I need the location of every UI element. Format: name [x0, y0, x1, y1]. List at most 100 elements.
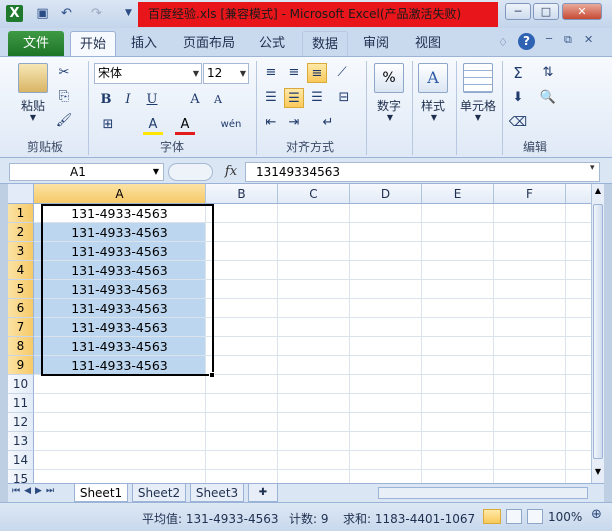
cell-g5[interactable]	[566, 280, 591, 299]
cell-e14[interactable]	[422, 451, 494, 470]
vertical-scrollbar[interactable]: ▲ ▼	[591, 184, 604, 483]
align-bottom-icon[interactable]: ≡	[307, 63, 327, 83]
cell-f8[interactable]	[494, 337, 566, 356]
cell-a5[interactable]: 131-4933-4563	[34, 280, 206, 299]
row-header-3[interactable]: 3	[8, 242, 34, 261]
copy-icon[interactable]: ⎘	[54, 87, 74, 107]
tab-file[interactable]: 文件	[8, 31, 64, 56]
formula-bar-expander[interactable]	[168, 163, 213, 181]
cell-b10[interactable]	[206, 375, 278, 394]
cell-a10[interactable]	[34, 375, 206, 394]
save-icon[interactable]: ▣	[34, 5, 51, 22]
number-format-button[interactable]: 数字	[370, 97, 408, 114]
underline-button[interactable]: U	[142, 90, 162, 110]
doc-close-icon[interactable]: ✕	[584, 33, 593, 46]
cell-d2[interactable]	[350, 223, 422, 242]
column-header-b[interactable]: B	[206, 184, 278, 204]
insert-sheet-icon[interactable]: ✚	[248, 484, 278, 502]
cell-c11[interactable]	[278, 394, 350, 413]
doc-restore-icon[interactable]: ⧉	[564, 33, 572, 47]
autosum-button[interactable]: Σ	[508, 63, 528, 83]
cell-a1[interactable]: 131-4933-4563	[34, 204, 206, 223]
cell-e8[interactable]	[422, 337, 494, 356]
tab-formulas[interactable]: 公式	[250, 31, 294, 56]
scroll-down-icon[interactable]: ▼	[593, 467, 603, 479]
row-header-4[interactable]: 4	[8, 261, 34, 280]
cell-c14[interactable]	[278, 451, 350, 470]
cell-e1[interactable]	[422, 204, 494, 223]
cell-f10[interactable]	[494, 375, 566, 394]
cell-g9[interactable]	[566, 356, 591, 375]
cell-f12[interactable]	[494, 413, 566, 432]
cells-icon[interactable]	[463, 63, 493, 93]
column-header-f[interactable]: F	[494, 184, 566, 204]
cell-b3[interactable]	[206, 242, 278, 261]
cell-a4[interactable]: 131-4933-4563	[34, 261, 206, 280]
increase-indent-icon[interactable]: ⇥	[284, 113, 304, 133]
cell-g1[interactable]	[566, 204, 591, 223]
cell-f5[interactable]	[494, 280, 566, 299]
cell-f15[interactable]	[494, 470, 566, 483]
cell-g11[interactable]	[566, 394, 591, 413]
align-middle-icon[interactable]: ≡	[284, 63, 304, 83]
cell-g2[interactable]	[566, 223, 591, 242]
normal-view-icon[interactable]	[483, 509, 501, 524]
font-name-combo[interactable]: 宋体 ▼	[94, 63, 202, 84]
sheet-tab-sheet3[interactable]: Sheet3	[190, 484, 244, 502]
tab-view[interactable]: 视图	[406, 31, 450, 56]
cell-b1[interactable]	[206, 204, 278, 223]
zoom-in-icon[interactable]: ⊕	[591, 507, 602, 522]
row-header-13[interactable]: 13	[8, 432, 34, 451]
cell-e6[interactable]	[422, 299, 494, 318]
cell-b13[interactable]	[206, 432, 278, 451]
close-button[interactable]: ✕	[562, 3, 602, 20]
font-size-combo[interactable]: 12 ▼	[203, 63, 249, 84]
italic-button[interactable]: I	[118, 90, 138, 110]
cell-d10[interactable]	[350, 375, 422, 394]
cell-g3[interactable]	[566, 242, 591, 261]
cell-b5[interactable]	[206, 280, 278, 299]
row-header-7[interactable]: 7	[8, 318, 34, 337]
formula-input[interactable]: 13149334563	[245, 162, 600, 182]
tab-page-layout[interactable]: 页面布局	[176, 31, 242, 56]
cell-a7[interactable]: 131-4933-4563	[34, 318, 206, 337]
cell-b7[interactable]	[206, 318, 278, 337]
cell-d14[interactable]	[350, 451, 422, 470]
cell-f7[interactable]	[494, 318, 566, 337]
sheet-nav-icons[interactable]: ⏮◀▶⏭	[12, 486, 58, 496]
cell-a12[interactable]	[34, 413, 206, 432]
cell-c4[interactable]	[278, 261, 350, 280]
styles-icon[interactable]: A	[418, 63, 448, 93]
row-header-8[interactable]: 8	[8, 337, 34, 356]
cell-f6[interactable]	[494, 299, 566, 318]
shrink-font-button[interactable]: A	[208, 90, 228, 110]
minimize-ribbon-icon[interactable]: ♢	[498, 36, 508, 49]
cut-icon[interactable]: ✂	[54, 63, 74, 83]
cell-c12[interactable]	[278, 413, 350, 432]
help-icon[interactable]: ?	[518, 33, 535, 50]
cell-c8[interactable]	[278, 337, 350, 356]
page-layout-view-icon[interactable]	[506, 509, 522, 524]
chevron-down-icon[interactable]: ▼	[427, 113, 441, 122]
cell-b12[interactable]	[206, 413, 278, 432]
cell-c5[interactable]	[278, 280, 350, 299]
column-header-e[interactable]: E	[422, 184, 494, 204]
cell-c13[interactable]	[278, 432, 350, 451]
cell-e9[interactable]	[422, 356, 494, 375]
zoom-level[interactable]: 100%	[548, 510, 582, 524]
cell-d8[interactable]	[350, 337, 422, 356]
cell-g6[interactable]	[566, 299, 591, 318]
select-all-corner[interactable]	[8, 184, 34, 204]
row-header-2[interactable]: 2	[8, 223, 34, 242]
row-header-15[interactable]: 15	[8, 470, 34, 483]
align-left-icon[interactable]: ☰	[261, 88, 281, 108]
sheet-tab-sheet2[interactable]: Sheet2	[132, 484, 186, 502]
cell-g12[interactable]	[566, 413, 591, 432]
align-right-icon[interactable]: ☰	[307, 88, 327, 108]
cell-d11[interactable]	[350, 394, 422, 413]
cell-c1[interactable]	[278, 204, 350, 223]
cell-g15[interactable]	[566, 470, 591, 483]
cell-a13[interactable]	[34, 432, 206, 451]
percent-icon[interactable]: %	[374, 63, 404, 93]
cell-a3[interactable]: 131-4933-4563	[34, 242, 206, 261]
